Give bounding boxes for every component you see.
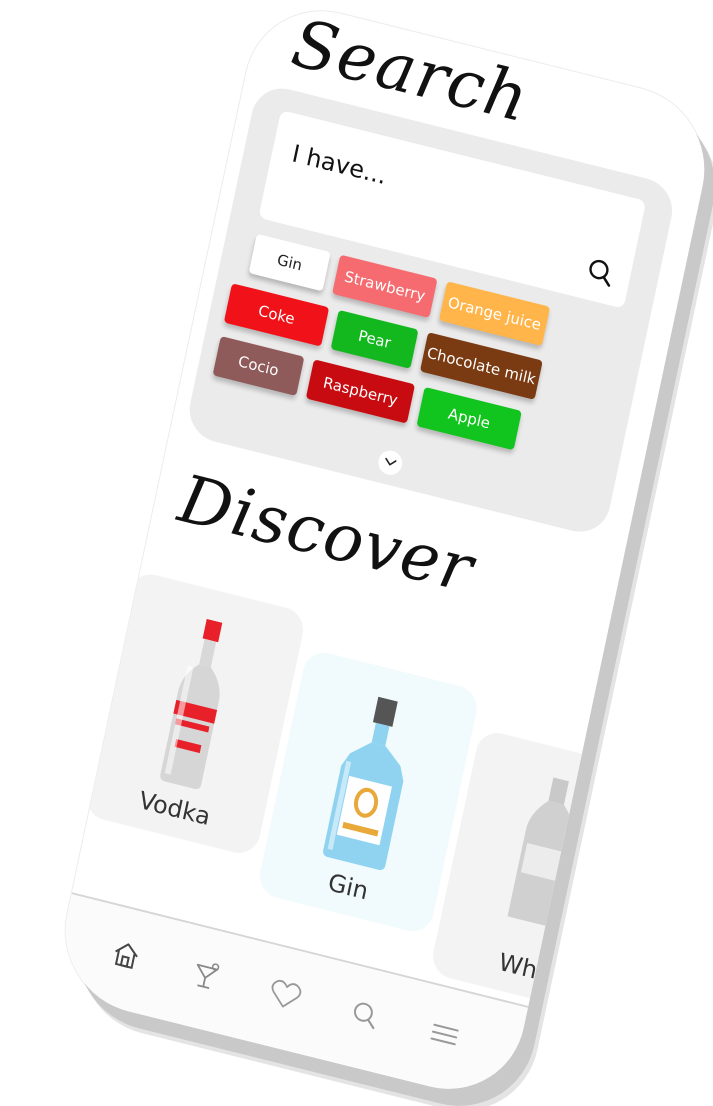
whisky-bottle-icon bbox=[500, 772, 590, 938]
nav-cocktails[interactable] bbox=[184, 955, 226, 999]
search-panel: Gin Strawberry Orange juice Coke Pear Ch… bbox=[183, 81, 679, 539]
chip-strawberry[interactable]: Strawberry bbox=[332, 254, 438, 318]
menu-icon bbox=[427, 1019, 462, 1055]
phone-screen: Search Gin Strawberry bbox=[50, 0, 713, 1106]
chip-cocio[interactable]: Cocio bbox=[212, 336, 305, 396]
gin-bottle-icon bbox=[313, 689, 427, 880]
chip-orange-juice[interactable]: Orange juice bbox=[438, 281, 551, 347]
nav-home[interactable] bbox=[104, 935, 146, 979]
chevron-down-icon bbox=[383, 452, 398, 473]
device-frame: Search Gin Strawberry bbox=[0, 0, 713, 1106]
chip-coke[interactable]: Coke bbox=[223, 283, 330, 347]
chip-gin[interactable]: Gin bbox=[248, 233, 331, 292]
search-input[interactable] bbox=[286, 132, 591, 247]
vodka-bottle-icon bbox=[144, 612, 248, 800]
chip-pear[interactable]: Pear bbox=[330, 309, 419, 369]
chip-raspberry[interactable]: Raspberry bbox=[305, 359, 416, 424]
search-icon bbox=[346, 996, 382, 1037]
cocktail-icon bbox=[187, 956, 223, 997]
chip-apple[interactable]: Apple bbox=[416, 386, 522, 451]
search-icon[interactable] bbox=[584, 255, 617, 289]
nav-menu[interactable] bbox=[423, 1015, 465, 1059]
nav-search[interactable] bbox=[343, 995, 385, 1039]
home-icon bbox=[107, 936, 143, 977]
app-canvas: Search Gin Strawberry bbox=[0, 0, 713, 1106]
expand-chips-button[interactable] bbox=[376, 448, 405, 478]
heart-icon bbox=[266, 976, 304, 1018]
phone-device: Search Gin Strawberry bbox=[50, 0, 713, 1106]
nav-favorites[interactable] bbox=[264, 975, 306, 1019]
